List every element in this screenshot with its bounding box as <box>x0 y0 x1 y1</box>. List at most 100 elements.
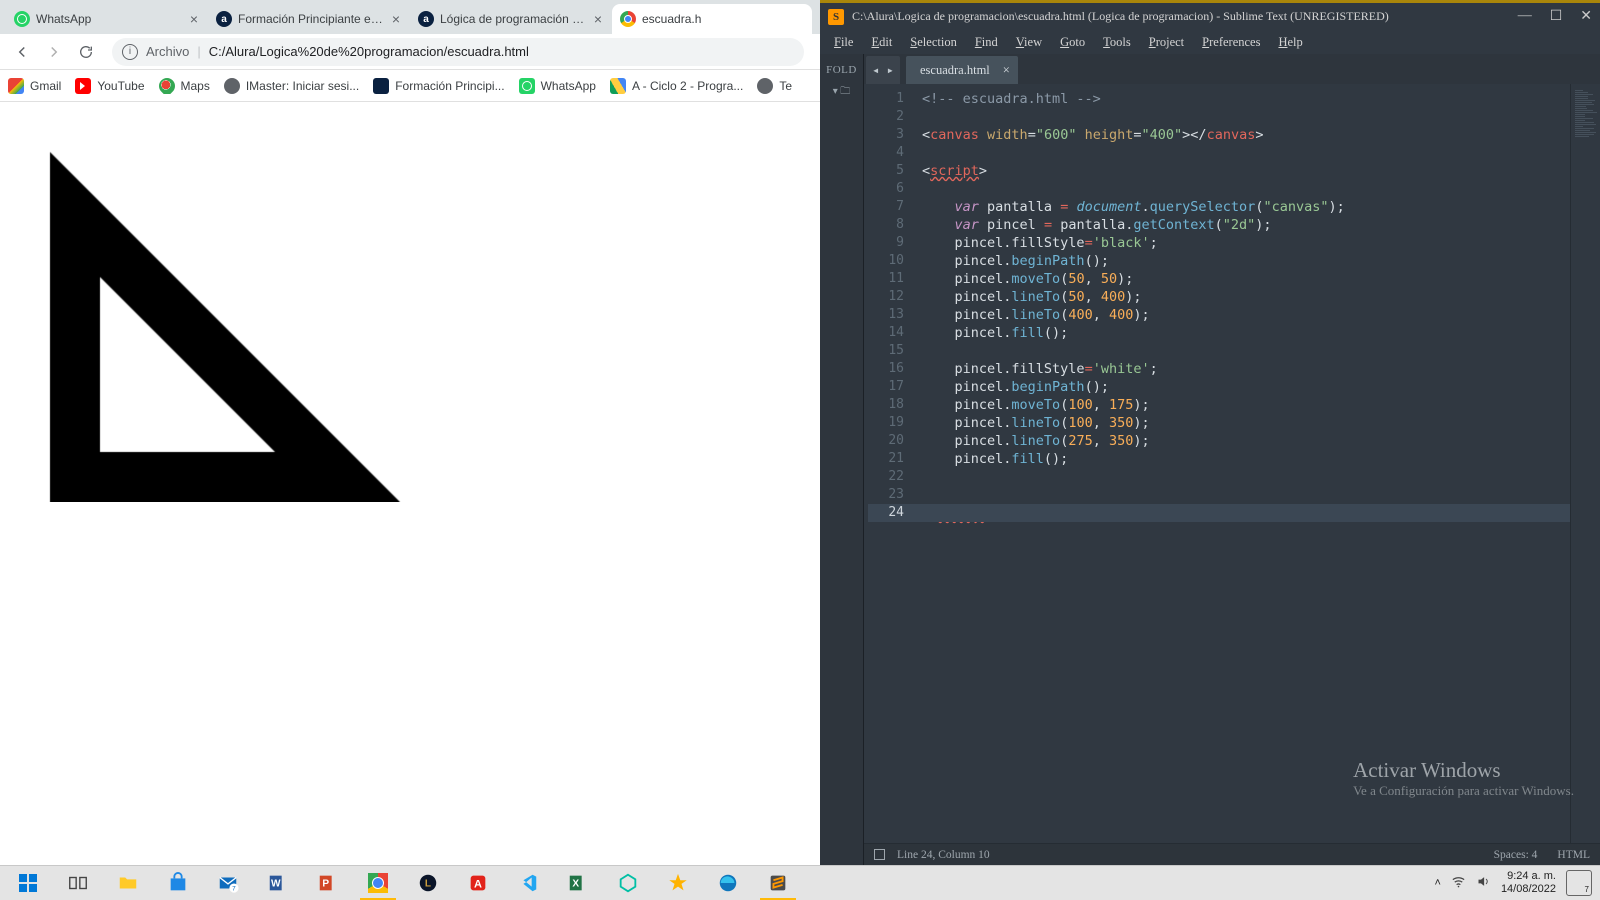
chrome-tab-alura-formacion[interactable]: a Formación Principiante en Progr × <box>208 4 408 34</box>
notif-count: 7 <box>1585 885 1589 894</box>
bookmark-label: Te <box>779 79 792 93</box>
bookmark-formacion[interactable]: Formación Principi... <box>373 78 504 94</box>
menu-help[interactable]: Help <box>1270 33 1310 52</box>
gmail-icon <box>8 78 24 94</box>
chrome-tab-whatsapp[interactable]: WhatsApp × <box>6 4 206 34</box>
sublime-window: S C:\Alura\Logica de programacion\escuad… <box>820 0 1600 865</box>
sublime-sidebar[interactable]: FOLD ▾ 🗀 <box>820 54 864 865</box>
menu-view[interactable]: View <box>1008 33 1050 52</box>
bookmark-label: YouTube <box>97 79 144 93</box>
acrobat-button[interactable]: A <box>454 866 502 900</box>
star-app-button[interactable] <box>654 866 702 900</box>
menu-file[interactable]: File <box>826 33 861 52</box>
sublime-status-bar: Line 24, Column 10 Spaces: 4 HTML <box>864 843 1600 865</box>
chrome-tab-escuadra[interactable]: escuadra.h <box>612 4 812 34</box>
tab-title: Formación Principiante en Progr <box>238 12 386 26</box>
chrome-icon <box>368 873 388 893</box>
bookmark-maps[interactable]: Maps <box>159 78 210 94</box>
sublime-taskbar-button[interactable] <box>754 866 802 900</box>
start-button[interactable] <box>4 866 52 900</box>
volume-icon[interactable] <box>1476 874 1491 892</box>
bookmark-imaster[interactable]: IMaster: Iniciar sesi... <box>224 78 359 94</box>
bookmark-drive-ciclo[interactable]: A - Ciclo 2 - Progra... <box>610 78 743 94</box>
tray-chevron-icon[interactable]: ˄ <box>1435 877 1441 889</box>
taskbar-clock[interactable]: 9:24 a. m. 14/08/2022 <box>1501 870 1556 896</box>
hexagon-app-button[interactable] <box>604 866 652 900</box>
reload-button[interactable] <box>72 38 100 66</box>
bookmark-gmail[interactable]: Gmail <box>8 78 61 94</box>
bookmarks-bar: Gmail YouTube Maps IMaster: Iniciar sesi… <box>0 70 820 102</box>
wifi-icon[interactable] <box>1451 874 1466 892</box>
status-lang[interactable]: HTML <box>1557 849 1590 861</box>
svg-text:W: W <box>271 879 281 890</box>
tab-title: escuadra.h <box>642 12 804 26</box>
close-button[interactable]: ✕ <box>1580 8 1592 25</box>
notifications-button[interactable]: 7 <box>1566 870 1592 896</box>
close-icon[interactable]: × <box>392 11 400 27</box>
close-icon[interactable]: × <box>594 11 602 27</box>
minimize-button[interactable]: — <box>1518 8 1532 25</box>
file-tab-escuadra[interactable]: escuadra.html × <box>906 56 1018 84</box>
word-button[interactable]: W <box>254 866 302 900</box>
svg-text:X: X <box>572 879 579 890</box>
bookmark-youtube[interactable]: YouTube <box>75 78 144 94</box>
league-button[interactable]: L <box>404 866 452 900</box>
menu-selection[interactable]: Selection <box>902 33 965 52</box>
menu-preferences[interactable]: Preferences <box>1194 33 1268 52</box>
folder-tree-icon[interactable]: ▾ 🗀 <box>833 84 851 101</box>
tab-nav-arrows[interactable]: ◂ ▸ <box>866 56 900 84</box>
maximize-button[interactable]: ☐ <box>1550 8 1563 25</box>
menu-goto[interactable]: Goto <box>1052 33 1093 52</box>
bookmark-te[interactable]: Te <box>757 78 792 94</box>
alura-icon <box>373 78 389 94</box>
chrome-toolbar: i Archivo | C:/Alura/Logica%20de%20progr… <box>0 34 820 70</box>
svg-text:A: A <box>474 879 482 891</box>
tab-title: WhatsApp <box>36 12 184 26</box>
bookmark-label: WhatsApp <box>541 79 596 93</box>
edge-button[interactable] <box>704 866 752 900</box>
bookmark-label: Gmail <box>30 79 61 93</box>
sublime-menu-bar: FileEditSelectionFindViewGotoToolsProjec… <box>820 30 1600 54</box>
close-icon[interactable]: × <box>1003 63 1010 78</box>
bookmark-label: A - Ciclo 2 - Progra... <box>632 79 743 93</box>
line-gutter: 123456789101112131415161718192021222324 <box>864 84 914 843</box>
file-explorer-button[interactable] <box>104 866 152 900</box>
alura-icon: a <box>216 11 232 27</box>
back-button[interactable] <box>8 38 36 66</box>
powerpoint-button[interactable]: P <box>304 866 352 900</box>
panel-toggle-icon[interactable] <box>874 849 885 860</box>
chrome-taskbar-button[interactable] <box>354 866 402 900</box>
store-button[interactable] <box>154 866 202 900</box>
menu-project[interactable]: Project <box>1141 33 1192 52</box>
minimap[interactable] <box>1570 84 1600 843</box>
address-bar[interactable]: i Archivo | C:/Alura/Logica%20de%20progr… <box>112 38 804 66</box>
task-view-button[interactable] <box>54 866 102 900</box>
bookmark-label: IMaster: Iniciar sesi... <box>246 79 359 93</box>
chrome-window: WhatsApp × a Formación Principiante en P… <box>0 0 820 865</box>
address-label: Archivo <box>146 44 189 59</box>
page-content <box>0 102 820 865</box>
windows-taskbar: 7 W P L A X ˄ 9:24 a. m. 14/08/2022 7 <box>0 865 1600 900</box>
eye-icon <box>224 78 240 94</box>
mail-button[interactable]: 7 <box>204 866 252 900</box>
clock-time: 9:24 a. m. <box>1507 870 1556 883</box>
svg-text:L: L <box>425 879 431 890</box>
status-spaces[interactable]: Spaces: 4 <box>1494 849 1538 861</box>
forward-button[interactable] <box>40 38 68 66</box>
close-icon[interactable]: × <box>190 11 198 27</box>
code-editor[interactable]: 123456789101112131415161718192021222324 … <box>864 84 1600 843</box>
chrome-tab-strip: WhatsApp × a Formación Principiante en P… <box>0 0 820 34</box>
menu-find[interactable]: Find <box>967 33 1006 52</box>
clock-date: 14/08/2022 <box>1501 883 1556 896</box>
site-info-icon[interactable]: i <box>122 44 138 60</box>
vscode-button[interactable] <box>504 866 552 900</box>
sublime-tab-row: ◂ ▸ escuadra.html × <box>864 54 1600 84</box>
sublime-title-bar[interactable]: S C:\Alura\Logica de programacion\escuad… <box>820 0 1600 30</box>
menu-edit[interactable]: Edit <box>863 33 900 52</box>
bookmark-label: Maps <box>181 79 210 93</box>
chrome-tab-alura-logica[interactable]: a Lógica de programación parte 3: × <box>410 4 610 34</box>
code-area[interactable]: <!-- escuadra.html --> <canvas width="60… <box>914 84 1570 843</box>
excel-button[interactable]: X <box>554 866 602 900</box>
menu-tools[interactable]: Tools <box>1095 33 1139 52</box>
bookmark-whatsapp[interactable]: WhatsApp <box>519 78 596 94</box>
